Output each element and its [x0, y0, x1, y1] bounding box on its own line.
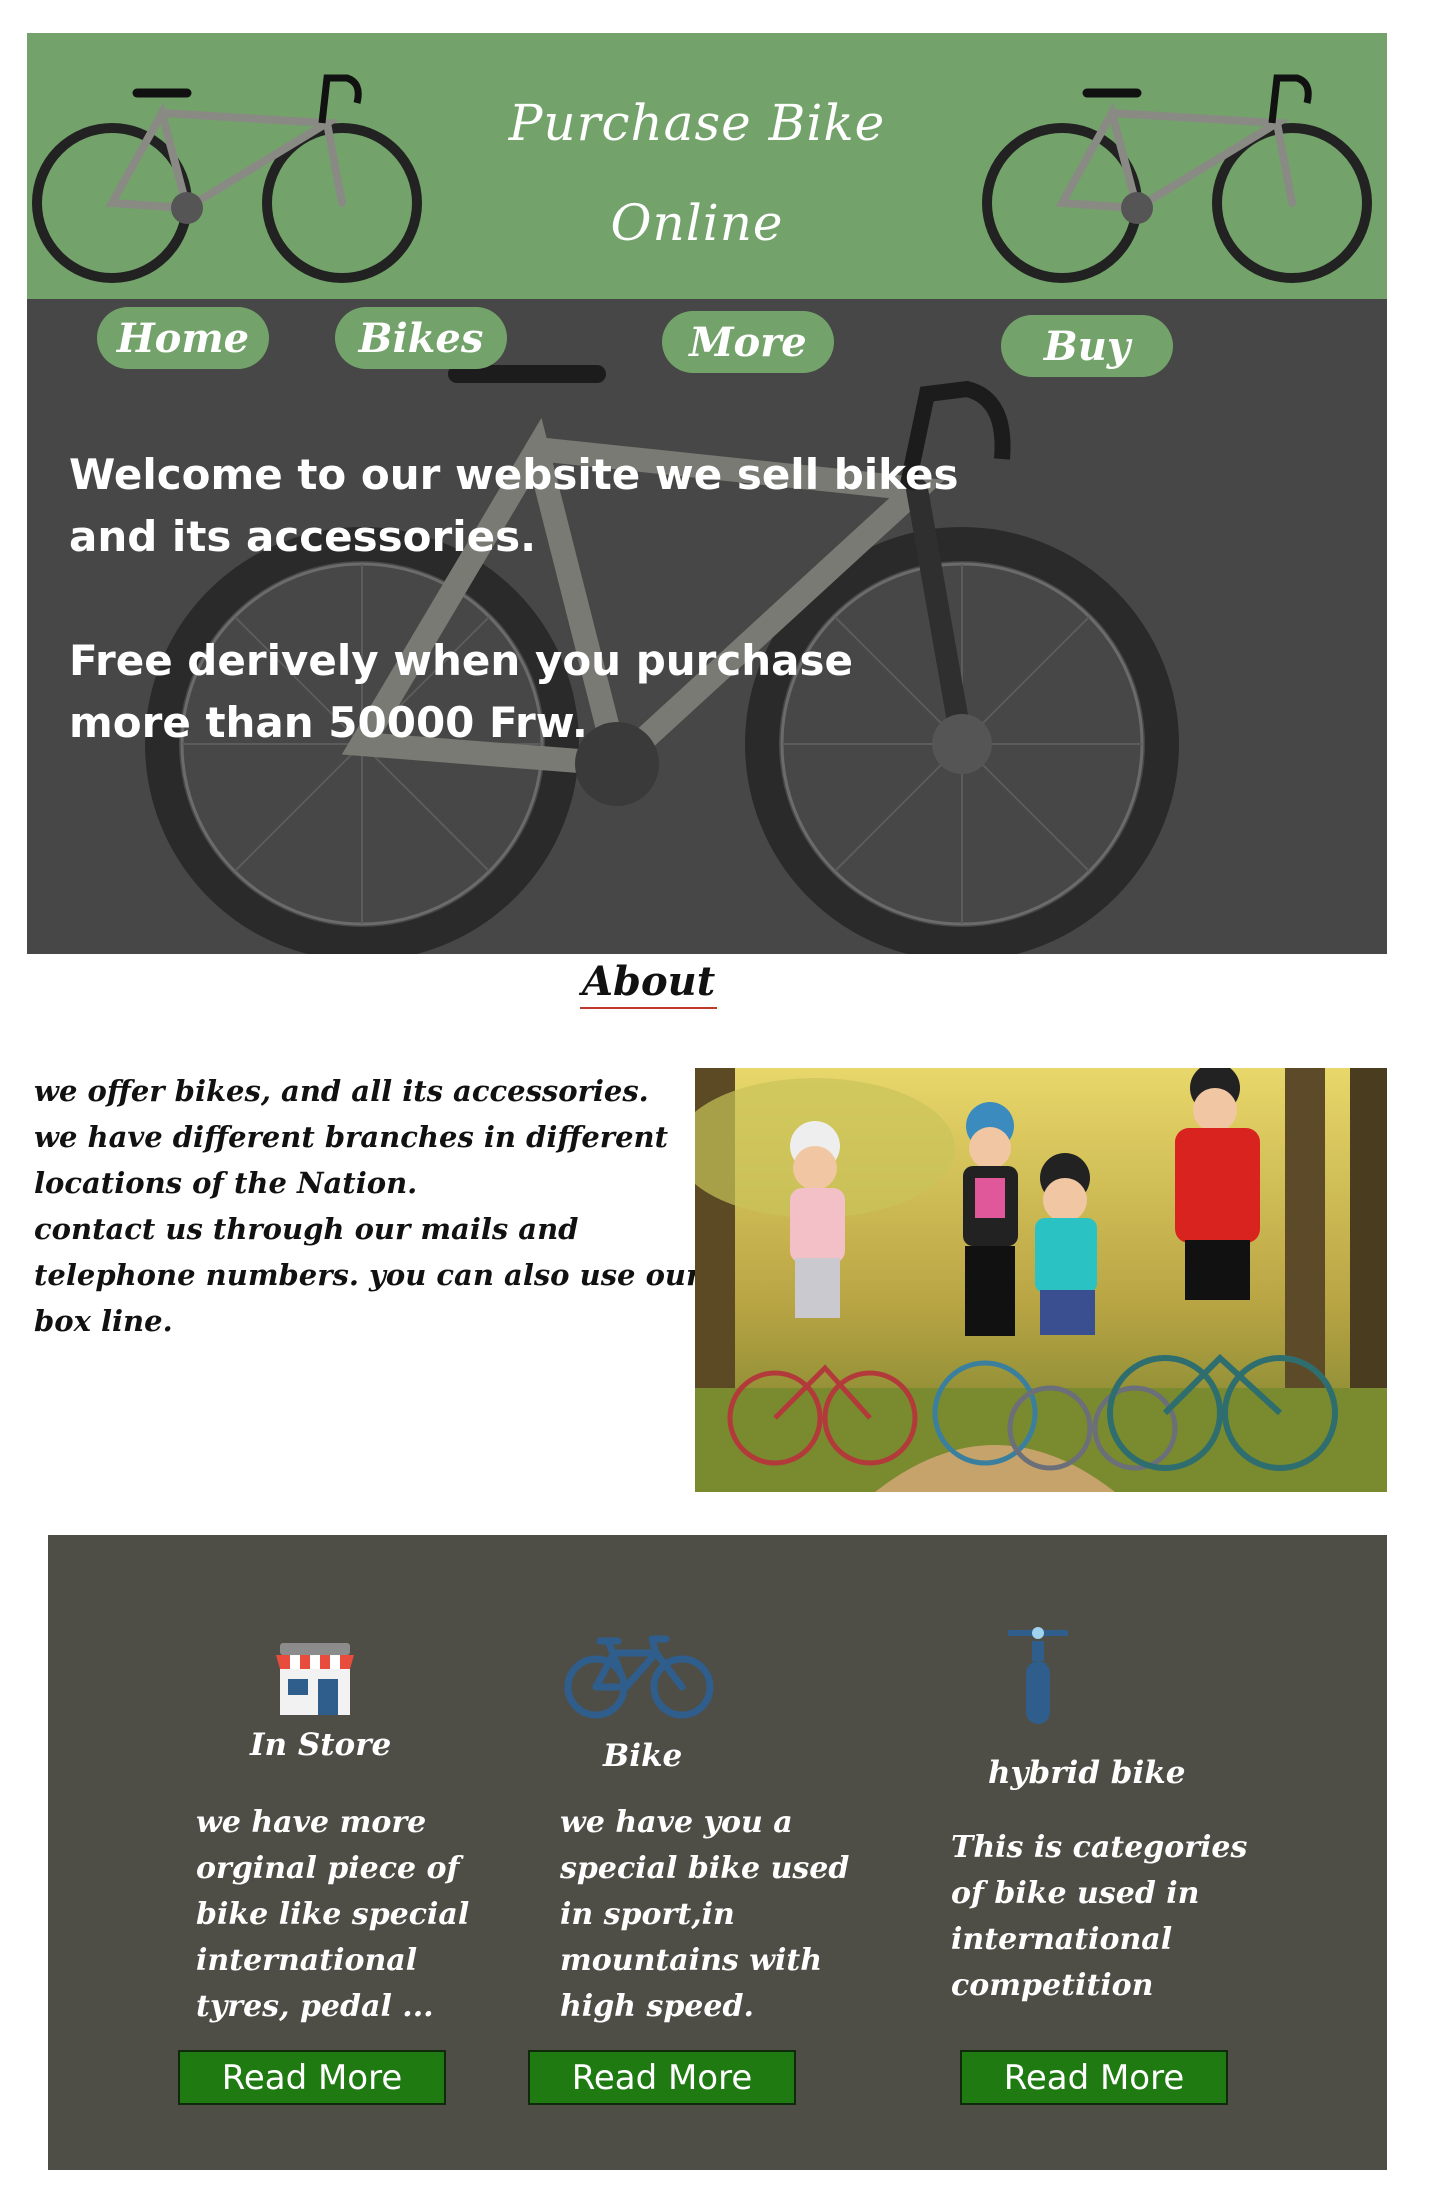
about-text: we offer bikes, and all its accessories.… [34, 1068, 702, 1344]
feature-card-bike: Bike we have you a special bike used in … [498, 1535, 858, 2170]
features-section: In Store we have more orginal piece of b… [48, 1535, 1387, 2170]
nav-more-button[interactable]: More [662, 311, 834, 373]
hero-delivery-line2: more than 50000 Frw. [69, 698, 588, 747]
about-line: telephone numbers. you can also use our [34, 1258, 702, 1292]
nav-home-button[interactable]: Home [97, 307, 269, 369]
feature-desc-line: we have you a [560, 1805, 793, 1840]
feature-desc-line: competition [951, 1968, 1154, 2003]
feature-card-hybrid-bike: hybrid bike This is categories of bike u… [928, 1535, 1288, 2170]
nav-buy-button[interactable]: Buy [1001, 315, 1173, 377]
site-header: Purchase Bike Online [27, 33, 1387, 299]
feature-card-in-store: In Store we have more orginal piece of b… [98, 1535, 469, 2170]
hero-welcome-line2: and its accessories. [69, 512, 537, 561]
hybrid-bike-icon [1008, 1627, 1068, 1724]
feature-description: we have you a special bike used in sport… [560, 1800, 849, 2030]
hero-delivery-line1: Free derively when you purchase [69, 636, 853, 685]
feature-desc-line: mountains with [560, 1943, 823, 1978]
about-line: contact us through our mails and [34, 1212, 579, 1246]
feature-desc-line: international [951, 1922, 1173, 1957]
read-more-button[interactable]: Read More [178, 2050, 446, 2105]
feature-desc-line: we have more [196, 1805, 427, 1840]
about-line: locations of the Nation. [34, 1166, 418, 1200]
nav-bikes-button[interactable]: Bikes [335, 307, 507, 369]
feature-desc-line: orginal piece of [196, 1851, 460, 1886]
store-icon [276, 1643, 354, 1715]
read-more-button[interactable]: Read More [528, 2050, 796, 2105]
feature-title: In Store [250, 1727, 392, 1763]
feature-desc-line: tyres, pedal ... [196, 1989, 434, 2024]
hero-section: Home Bikes More Buy Welcome to our websi… [27, 299, 1387, 954]
about-line: we have different branches in different [34, 1120, 669, 1154]
feature-description: we have more orginal piece of bike like … [196, 1800, 469, 2030]
feature-title: Bike [603, 1738, 683, 1774]
site-title: Purchase Bike Online [447, 73, 947, 273]
hero-welcome-line1: Welcome to our website we sell bikes [69, 450, 959, 499]
feature-desc-line: bike like special [196, 1897, 470, 1932]
bicycle-image [982, 74, 1372, 283]
about-heading: About [580, 958, 718, 1009]
feature-desc-line: This is categories [951, 1830, 1248, 1865]
feature-desc-line: international [196, 1943, 418, 1978]
hero-message: Welcome to our website we sell bikes and… [69, 444, 969, 816]
bicycle-image [32, 74, 422, 283]
feature-desc-line: high speed. [560, 1989, 754, 2024]
family-cycling-photo [695, 1068, 1387, 1492]
site-title-line2: Online [610, 194, 784, 252]
feature-title: hybrid bike [988, 1755, 1186, 1791]
feature-description: This is categories of bike used in inter… [951, 1825, 1247, 2009]
feature-desc-line: of bike used in [951, 1876, 1200, 1911]
about-line: box line. [34, 1304, 173, 1338]
feature-desc-line: special bike used [560, 1851, 850, 1886]
bicycle-icon [564, 1635, 714, 1719]
feature-desc-line: in sport,in [560, 1897, 735, 1932]
about-line: we offer bikes, and all its accessories. [34, 1074, 649, 1108]
read-more-button[interactable]: Read More [960, 2050, 1228, 2105]
site-title-line1: Purchase Bike [508, 94, 886, 152]
